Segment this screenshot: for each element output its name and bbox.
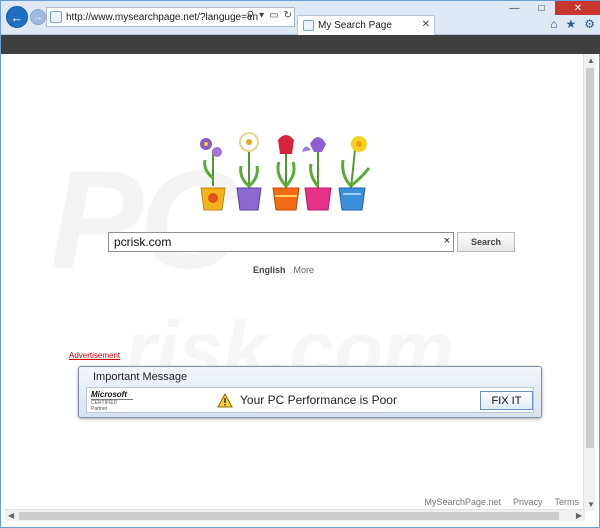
tab-page-icon — [303, 20, 314, 31]
scroll-down-icon[interactable]: ▼ — [587, 500, 595, 509]
ad-body: Microsoft CERTIFIED Partner Your PC Perf… — [86, 387, 534, 413]
warning-icon — [217, 393, 233, 408]
command-bar — [1, 35, 600, 54]
tab-close-icon[interactable]: ✕ — [422, 19, 430, 30]
window-controls: — □ ✕ — [501, 1, 600, 15]
home-icon[interactable]: ⌂ — [550, 17, 557, 31]
horizontal-scroll-thumb[interactable] — [19, 512, 559, 520]
scroll-up-icon[interactable]: ▲ — [587, 56, 595, 65]
forward-arrow-icon: → — [33, 11, 43, 23]
flower-pots-logo — [200, 132, 371, 211]
search-button[interactable]: Search — [457, 232, 515, 252]
page-content: PC risk.com pcrisk.com × Search English … — [5, 54, 585, 511]
fix-it-button[interactable]: FIX IT — [480, 391, 533, 410]
vertical-scroll-thumb[interactable] — [586, 68, 594, 448]
address-url[interactable]: http://www.mysearchpage.net/?languge=en — [66, 12, 258, 23]
dropdown-icon[interactable]: ▾ — [259, 10, 264, 21]
language-more-link[interactable]: More — [294, 265, 315, 275]
clear-search-icon[interactable]: × — [444, 235, 450, 247]
browser-window: ← → http://www.mysearchpage.net/?languge… — [0, 0, 600, 528]
language-english[interactable]: English — [253, 265, 286, 275]
search-input[interactable] — [114, 234, 434, 250]
browser-right-icons: ⌂ ★ ⚙ — [550, 17, 595, 31]
close-icon[interactable]: ✕ — [555, 1, 600, 15]
footer-link-mysearchpage[interactable]: MySearchPage.net — [424, 497, 501, 507]
lock-icon[interactable]: ▭ — [269, 10, 278, 21]
search-icon[interactable]: ⚲ — [247, 10, 254, 21]
important-message-ad[interactable]: Important Message Microsoft CERTIFIED Pa… — [78, 366, 542, 418]
maximize-icon[interactable]: □ — [528, 1, 555, 15]
back-button[interactable]: ← — [6, 6, 28, 28]
tab-my-search-page[interactable]: My Search Page ✕ — [297, 15, 435, 35]
vertical-scrollbar[interactable]: ▲ ▼ — [583, 54, 595, 511]
minimize-icon[interactable]: — — [501, 1, 528, 15]
footer-link-privacy[interactable]: Privacy — [513, 497, 543, 507]
forward-button[interactable]: → — [30, 9, 46, 25]
page-icon — [50, 11, 62, 23]
address-bar[interactable]: http://www.mysearchpage.net/?languge=en … — [46, 7, 295, 27]
gear-icon[interactable]: ⚙ — [584, 17, 595, 31]
ad-message: Your PC Performance is Poor — [240, 393, 397, 407]
footer-links: MySearchPage.net Privacy Terms — [424, 497, 579, 507]
footer-link-terms[interactable]: Terms — [555, 497, 580, 507]
advertisement-link[interactable]: Advertisement — [69, 351, 120, 360]
browser-toolbar: ← → http://www.mysearchpage.net/?languge… — [1, 1, 600, 35]
language-links: English More — [253, 265, 314, 275]
scroll-left-icon[interactable]: ◀ — [8, 511, 14, 520]
tab-title: My Search Page — [318, 20, 392, 31]
back-arrow-icon: ← — [10, 9, 24, 25]
search-box[interactable]: × — [108, 232, 454, 252]
microsoft-certified-logo: Microsoft CERTIFIED Partner — [91, 391, 133, 412]
refresh-icon[interactable]: ↻ — [284, 10, 292, 21]
horizontal-scrollbar[interactable]: ◀ ▶ — [5, 509, 585, 521]
star-icon[interactable]: ★ — [565, 17, 576, 31]
scroll-right-icon[interactable]: ▶ — [576, 511, 582, 520]
ad-title: Important Message — [93, 371, 188, 383]
